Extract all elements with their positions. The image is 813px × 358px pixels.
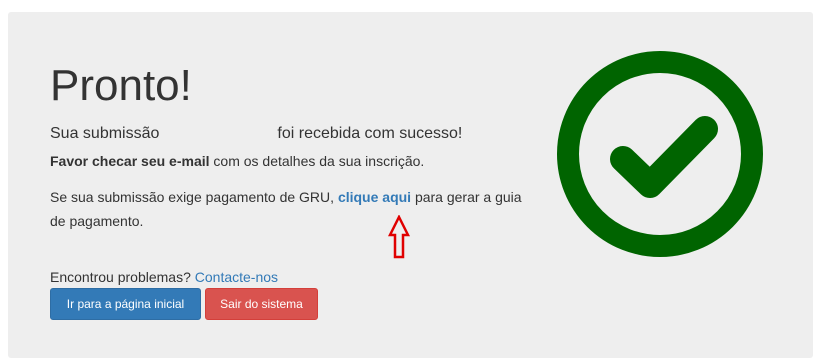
problems-text: Encontrou problemas? bbox=[50, 269, 195, 285]
contact-link[interactable]: Contacte-nos bbox=[195, 269, 278, 285]
email-notice: Favor checar seu e-mail com os detalhes … bbox=[50, 153, 424, 169]
email-notice-bold: Favor checar seu e-mail bbox=[50, 153, 210, 169]
gru-notice: Se sua submissão exige pagamento de GRU,… bbox=[50, 185, 540, 233]
submission-suffix: foi recebida com sucesso! bbox=[277, 125, 463, 142]
gru-prefix: Se sua submissão exige pagamento de GRU, bbox=[50, 189, 338, 205]
email-notice-rest: com os detalhes da sua inscrição. bbox=[209, 153, 425, 169]
gru-payment-link[interactable]: clique aqui bbox=[338, 189, 411, 205]
submission-prefix: Sua submissão bbox=[50, 125, 160, 142]
check-circle-icon bbox=[557, 51, 763, 257]
arrow-up-outline-icon bbox=[388, 215, 410, 259]
problems-line: Encontrou problemas? Contacte-nos bbox=[50, 269, 278, 285]
success-panel: Pronto! Sua submissão foi recebida com su… bbox=[8, 12, 813, 358]
home-button[interactable]: Ir para a página inicial bbox=[50, 288, 201, 320]
page-title: Pronto! bbox=[50, 61, 192, 110]
submission-message: Sua submissão foi recebida com sucesso! bbox=[50, 125, 462, 143]
logout-button[interactable]: Sair do sistema bbox=[205, 288, 318, 320]
